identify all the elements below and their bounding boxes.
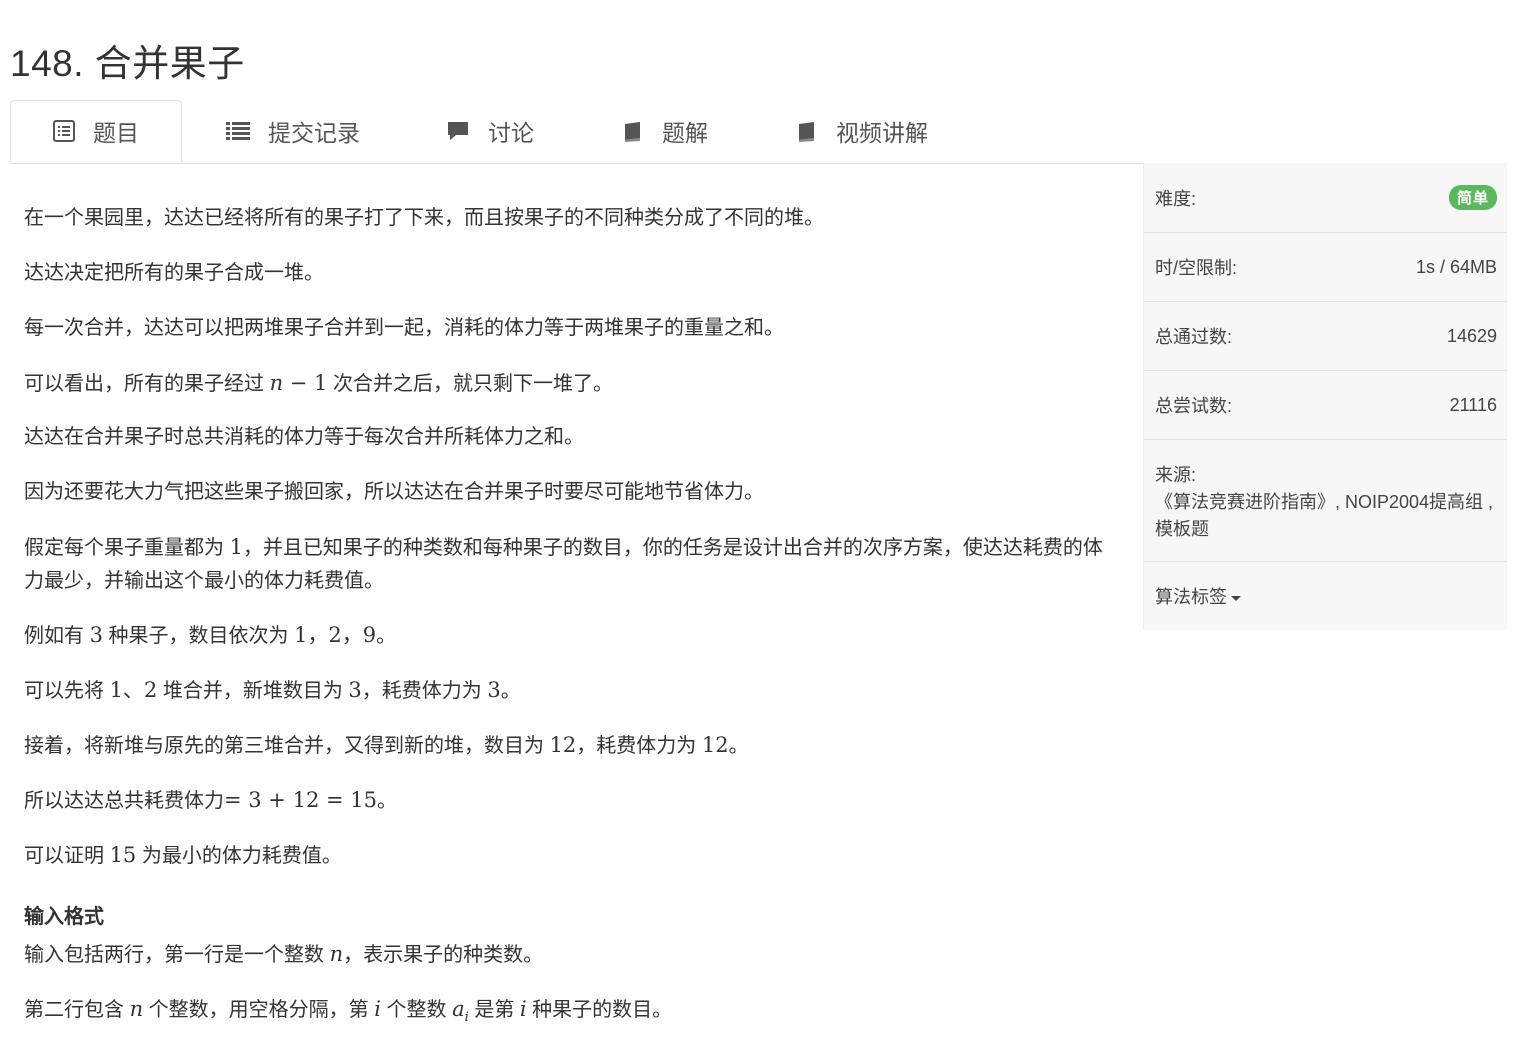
math-var: i xyxy=(519,997,527,1021)
list-icon xyxy=(226,121,250,141)
text: 所以达达总共耗费体力 xyxy=(24,790,224,812)
text: 假定每个果子重量都为 xyxy=(24,537,230,559)
problem-tabs: 题目 提交记录 讨论 题解 视频讲解 xyxy=(10,100,1506,164)
text: 可以看出，所有的果子经过 xyxy=(24,373,270,395)
algorithm-tags-label: 算法标签 xyxy=(1155,587,1227,607)
paragraph: 因为还要花大力气把这些果子搬回家，所以达达在合并果子时要尽可能地节省体力。 xyxy=(24,481,764,503)
book-icon xyxy=(796,120,818,142)
math: 3 xyxy=(487,678,501,702)
text: 接着，将新堆与原先的第三堆合并，又得到新的堆，数目为 xyxy=(24,735,550,757)
paragraph: 例如有 3 种果子，数目依次为 1，2，9。 xyxy=(24,619,1114,653)
text: 次合并之后，就只剩下一堆了。 xyxy=(327,373,613,395)
paragraph: 假定每个果子重量都为 1，并且已知果子的种类数和每种果子的数目，你的任务是设计出… xyxy=(24,531,1114,598)
tab-problem[interactable]: 题目 xyxy=(10,100,182,162)
text: 。 xyxy=(376,625,397,647)
tab-solutions[interactable]: 题解 xyxy=(622,100,708,162)
text: 可以先将 xyxy=(24,680,110,702)
tab-video[interactable]: 视频讲解 xyxy=(796,100,928,162)
paragraph: 达达决定把所有的果子合成一堆。 xyxy=(24,262,324,284)
book-icon xyxy=(622,120,644,142)
math: − 1 xyxy=(283,371,328,395)
math-var: a xyxy=(452,997,465,1021)
difficulty-label: 难度: xyxy=(1155,188,1197,209)
paragraph: 每一次合并，达达可以把两堆果子合并到一起，消耗的体力等于两堆果子的重量之和。 xyxy=(24,317,784,339)
tried-value: 21116 xyxy=(1449,394,1497,415)
text: 输入包括两行，第一行是一个整数 xyxy=(24,944,330,966)
math-var: n xyxy=(329,942,344,966)
problem-info-panel: 难度: 简单 时/空限制: 1s / 64MB 总通过数: 14629 总尝试数… xyxy=(1143,163,1507,630)
list-alt-icon xyxy=(53,120,75,142)
text: 例如有 xyxy=(24,625,90,647)
limit-row: 时/空限制: 1s / 64MB xyxy=(1144,233,1507,302)
tab-submissions-label: 提交记录 xyxy=(268,120,360,146)
text: 为最小的体力耗费值。 xyxy=(136,845,342,867)
paragraph: 可以先将 1、2 堆合并，新堆数目为 3，耗费体力为 3。 xyxy=(24,674,1114,708)
paragraph: 达达在合并果子时总共消耗的体力等于每次合并所耗体力之和。 xyxy=(24,426,584,448)
text: 可以证明 xyxy=(24,845,110,867)
tags-row: 算法标签 xyxy=(1144,562,1507,630)
limit-label: 时/空限制: xyxy=(1155,258,1238,278)
passed-value: 14629 xyxy=(1446,325,1497,346)
text: 。 xyxy=(376,790,397,812)
math: = 3 + 12 = 15 xyxy=(224,788,377,812)
text: ，耗费体力为 xyxy=(361,680,488,702)
tab-discussion[interactable]: 讨论 xyxy=(446,100,534,162)
math: 1，2，9 xyxy=(294,623,377,647)
paragraph: 输入包括两行，第一行是一个整数 n，表示果子的种类数。 xyxy=(24,938,1114,972)
paragraph: 在一个果园里，达达已经将所有的果子打了下来，而且按果子的不同种类分成了不同的堆。 xyxy=(24,207,824,229)
text: ，表示果子的种类数。 xyxy=(343,944,544,966)
tab-video-label: 视频讲解 xyxy=(836,120,928,146)
difficulty-badge: 简单 xyxy=(1448,185,1497,210)
paragraph: 可以看出，所有的果子经过 n − 1 次合并之后，就只剩下一堆了。 xyxy=(24,367,1114,401)
text: 堆合并，新堆数目为 xyxy=(157,680,349,702)
math-var: i xyxy=(374,997,381,1021)
difficulty-row: 难度: 简单 xyxy=(1144,163,1507,233)
math-var: n xyxy=(269,371,284,395)
math-var: n xyxy=(129,997,144,1021)
source-label: 来源: xyxy=(1155,465,1197,485)
text: 。 xyxy=(728,735,749,757)
tab-solutions-label: 题解 xyxy=(662,120,708,146)
text: ，耗费体力为 xyxy=(576,735,702,757)
tab-problem-label: 题目 xyxy=(93,120,139,146)
tried-row: 总尝试数: 21116 xyxy=(1144,371,1507,440)
math: 1 xyxy=(229,535,243,559)
input-format-heading: 输入格式 xyxy=(24,906,104,928)
math: 3 xyxy=(89,623,103,647)
tab-submissions[interactable]: 提交记录 xyxy=(226,100,360,162)
limit-value: 1s / 64MB xyxy=(1415,256,1497,277)
math: 3 xyxy=(348,678,362,702)
paragraph: 可以证明 15 为最小的体力耗费值。 xyxy=(24,839,1114,873)
passed-row: 总通过数: 14629 xyxy=(1144,302,1507,371)
math: 1、2 xyxy=(109,678,158,702)
text: 种果子，数目依次为 xyxy=(102,625,295,647)
caret-down-icon xyxy=(1231,595,1241,601)
algorithm-tags-toggle[interactable]: 算法标签 xyxy=(1155,583,1241,609)
source-value: 《算法竞赛进阶指南》, NOIP2004提高组 , 模板题 xyxy=(1155,492,1494,539)
text: 种果子的数目。 xyxy=(526,999,673,1021)
text: 个整数 xyxy=(380,999,453,1021)
page-title: 148. 合并果子 xyxy=(10,42,245,84)
passed-label: 总通过数: xyxy=(1155,327,1233,347)
source-row: 来源: 《算法竞赛进阶指南》, NOIP2004提高组 , 模板题 xyxy=(1144,440,1507,562)
comment-icon xyxy=(446,120,470,142)
text: 第二行包含 xyxy=(24,999,130,1021)
text: 是第 xyxy=(468,999,520,1021)
math: 12 xyxy=(701,733,729,757)
math: 12 xyxy=(549,733,577,757)
tried-label: 总尝试数: xyxy=(1155,396,1233,416)
text: 个整数，用空格分隔，第 xyxy=(143,999,375,1021)
paragraph: 所以达达总共耗费体力= 3 + 12 = 15。 xyxy=(24,784,1114,818)
math: 15 xyxy=(109,843,137,867)
tab-discussion-label: 讨论 xyxy=(488,120,534,146)
text: 。 xyxy=(500,680,521,702)
paragraph: 接着，将新堆与原先的第三堆合并，又得到新的堆，数目为 12，耗费体力为 12。 xyxy=(24,729,1114,763)
paragraph: 第二行包含 n 个整数，用空格分隔，第 i 个整数 ai 是第 i 种果子的数目… xyxy=(24,993,1114,1034)
